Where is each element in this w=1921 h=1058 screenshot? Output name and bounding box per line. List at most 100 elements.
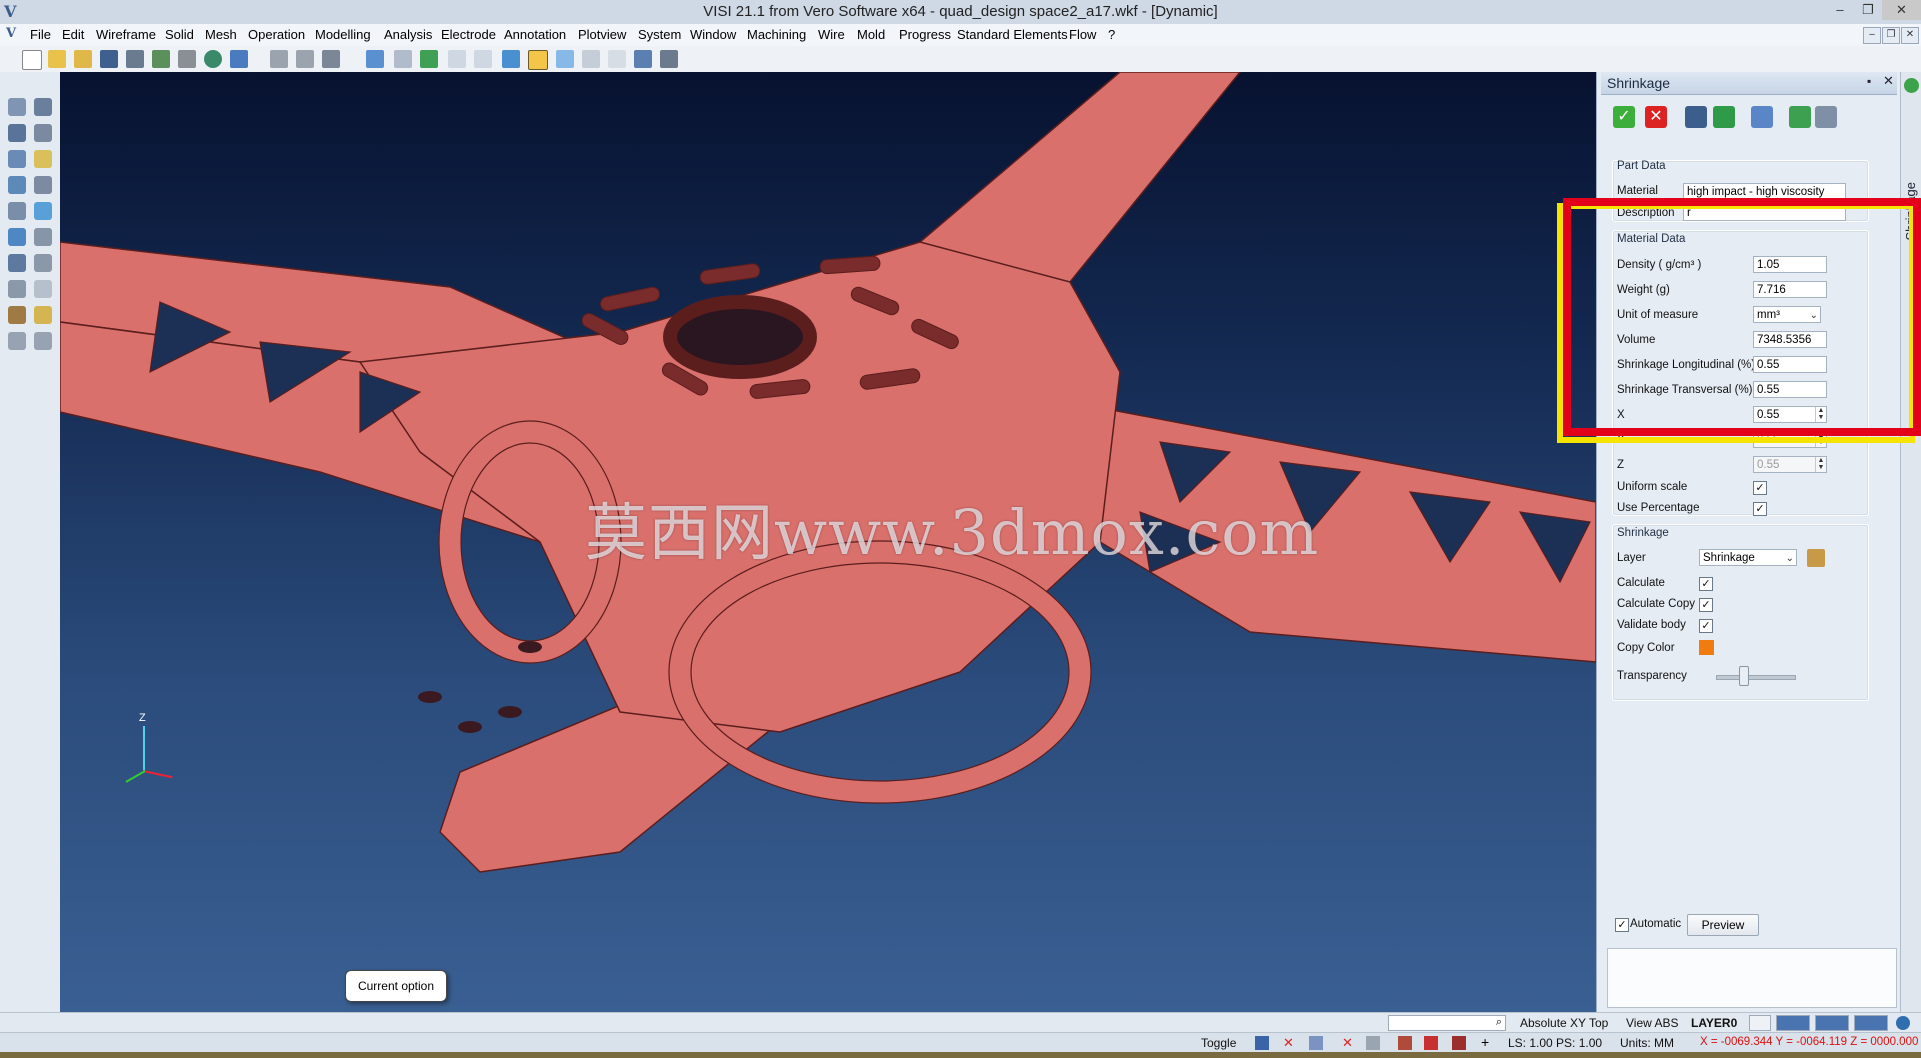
status-toggle-3[interactable] bbox=[1815, 1015, 1849, 1031]
delete-icon[interactable] bbox=[8, 280, 26, 298]
menu-mold[interactable]: Mold bbox=[857, 27, 885, 42]
cancel-button[interactable]: ✕ bbox=[1645, 106, 1667, 128]
sketch-icon[interactable] bbox=[34, 124, 52, 142]
database-icon[interactable] bbox=[1685, 106, 1707, 128]
panel-close-button[interactable]: ✕ bbox=[1883, 73, 1894, 89]
redo-icon[interactable] bbox=[296, 50, 314, 68]
layer-select[interactable]: Shrinkage ⌄ bbox=[1699, 549, 1797, 566]
page2-icon[interactable] bbox=[474, 50, 492, 68]
grid-icon[interactable] bbox=[1255, 1036, 1269, 1050]
surface-icon[interactable] bbox=[34, 202, 52, 220]
repeat-icon[interactable] bbox=[322, 50, 340, 68]
dimension-icon[interactable] bbox=[34, 254, 52, 272]
mdi-minimize-button[interactable]: – bbox=[1863, 27, 1881, 44]
spinner-arrows-icon[interactable]: ▲ ▼ bbox=[1815, 457, 1826, 472]
menu-window[interactable]: Window bbox=[690, 27, 736, 42]
rotate-icon[interactable] bbox=[8, 228, 26, 246]
open-folder-icon[interactable] bbox=[74, 50, 92, 68]
menu-solid[interactable]: Solid bbox=[165, 27, 194, 42]
axis-icon[interactable] bbox=[1751, 106, 1773, 128]
panel-left-icon[interactable] bbox=[502, 50, 520, 68]
view-icon[interactable] bbox=[230, 50, 248, 68]
recover-icon[interactable] bbox=[34, 280, 52, 298]
constraint-off-icon[interactable]: ✕ bbox=[1342, 1035, 1353, 1051]
active-layer[interactable]: LAYER0 bbox=[1691, 1016, 1737, 1030]
preview-button[interactable]: Preview bbox=[1687, 914, 1759, 936]
menu-machining[interactable]: Machining bbox=[747, 27, 806, 42]
menu-system[interactable]: System bbox=[638, 27, 681, 42]
clipboard-icon[interactable] bbox=[1815, 106, 1837, 128]
menu-plotview[interactable]: Plotview bbox=[578, 27, 626, 42]
zoom-icon[interactable] bbox=[204, 50, 222, 68]
curve-icon[interactable] bbox=[8, 176, 26, 194]
save-all-icon[interactable] bbox=[126, 50, 144, 68]
open-file-icon[interactable] bbox=[48, 50, 66, 68]
uniform-scale-checkbox[interactable]: ✓ bbox=[1753, 481, 1767, 495]
layer-icon[interactable] bbox=[394, 50, 412, 68]
status-toggle-2[interactable] bbox=[1776, 1015, 1810, 1031]
tools-icon[interactable] bbox=[8, 306, 26, 324]
measure-icon[interactable] bbox=[8, 124, 26, 142]
folder-icon[interactable] bbox=[34, 306, 52, 324]
filter-icon[interactable] bbox=[1366, 1036, 1380, 1050]
panel-close-icon[interactable] bbox=[660, 50, 678, 68]
confirm-button[interactable]: ✓ bbox=[1613, 106, 1635, 128]
menu-analysis[interactable]: Analysis bbox=[384, 27, 432, 42]
trim-icon[interactable] bbox=[34, 98, 52, 116]
arrow-right-icon[interactable] bbox=[34, 332, 52, 350]
command-input[interactable]: ⌕ bbox=[1388, 1015, 1506, 1031]
view-mode[interactable]: View ABS bbox=[1626, 1016, 1678, 1030]
print-icon[interactable] bbox=[178, 50, 196, 68]
menu-modelling[interactable]: Modelling bbox=[315, 27, 371, 42]
ortho-icon[interactable] bbox=[1309, 1036, 1323, 1050]
pencil-icon[interactable] bbox=[34, 176, 52, 194]
export-data-icon[interactable] bbox=[1713, 106, 1735, 128]
snap-off-icon[interactable]: ✕ bbox=[1283, 1035, 1294, 1051]
close-button[interactable]: ✕ bbox=[1882, 0, 1921, 20]
mdi-close-button[interactable]: ✕ bbox=[1901, 27, 1919, 44]
select-icon[interactable] bbox=[8, 98, 26, 116]
point-icon[interactable] bbox=[8, 150, 26, 168]
pin-icon[interactable]: ▪ bbox=[1867, 74, 1871, 88]
3d-viewport[interactable]: 莫西网www.3dmox.com Z bbox=[60, 72, 1596, 1012]
validate-body-checkbox[interactable]: ✓ bbox=[1699, 619, 1713, 633]
new-file-icon[interactable] bbox=[22, 50, 42, 70]
menu-flow[interactable]: Flow bbox=[1069, 27, 1096, 42]
status-toggle-4[interactable] bbox=[1854, 1015, 1888, 1031]
edit-layer-icon[interactable] bbox=[1807, 549, 1825, 567]
save-data-icon[interactable] bbox=[1789, 106, 1811, 128]
arrow-left-icon[interactable] bbox=[8, 332, 26, 350]
menu-mesh[interactable]: Mesh bbox=[205, 27, 237, 42]
refresh-icon[interactable] bbox=[366, 50, 384, 68]
status-globe-icon[interactable] bbox=[1904, 78, 1919, 93]
panel-tile-icon[interactable] bbox=[634, 50, 652, 68]
globe-icon[interactable] bbox=[1896, 1016, 1910, 1030]
menu-annotation[interactable]: Annotation bbox=[504, 27, 566, 42]
delete-mode-icon[interactable] bbox=[1424, 1036, 1438, 1050]
panel-right-icon[interactable] bbox=[556, 50, 574, 68]
restore-button[interactable]: ❐ bbox=[1854, 0, 1882, 20]
menu-progress[interactable]: Progress bbox=[899, 27, 951, 42]
menu-edit[interactable]: Edit bbox=[62, 27, 84, 42]
solid-box-icon[interactable] bbox=[34, 228, 52, 246]
panel-bottom-icon[interactable] bbox=[582, 50, 600, 68]
note-icon[interactable] bbox=[34, 150, 52, 168]
plus-icon[interactable]: + bbox=[1481, 1034, 1489, 1050]
transparency-slider-thumb[interactable] bbox=[1739, 666, 1749, 686]
calculate-copy-checkbox[interactable]: ✓ bbox=[1699, 598, 1713, 612]
tree-icon[interactable] bbox=[420, 50, 438, 68]
use-percentage-checkbox[interactable]: ✓ bbox=[1753, 502, 1767, 516]
page-icon[interactable] bbox=[448, 50, 466, 68]
reference-system[interactable]: Absolute XY Top bbox=[1520, 1016, 1608, 1030]
menu-standard-elements[interactable]: Standard Elements bbox=[957, 27, 1068, 42]
automatic-checkbox[interactable]: ✓ bbox=[1615, 918, 1629, 932]
toggle-label[interactable]: Toggle bbox=[1201, 1036, 1236, 1050]
save-icon[interactable] bbox=[100, 50, 118, 68]
status-toggle-1[interactable] bbox=[1749, 1015, 1771, 1031]
export-icon[interactable] bbox=[152, 50, 170, 68]
copy-color-swatch[interactable] bbox=[1699, 640, 1714, 655]
layers-icon[interactable] bbox=[8, 202, 26, 220]
minimize-button[interactable]: – bbox=[1826, 0, 1854, 20]
app-menu-icon[interactable]: V bbox=[6, 26, 16, 41]
mdi-restore-button[interactable]: ❐ bbox=[1882, 27, 1900, 44]
